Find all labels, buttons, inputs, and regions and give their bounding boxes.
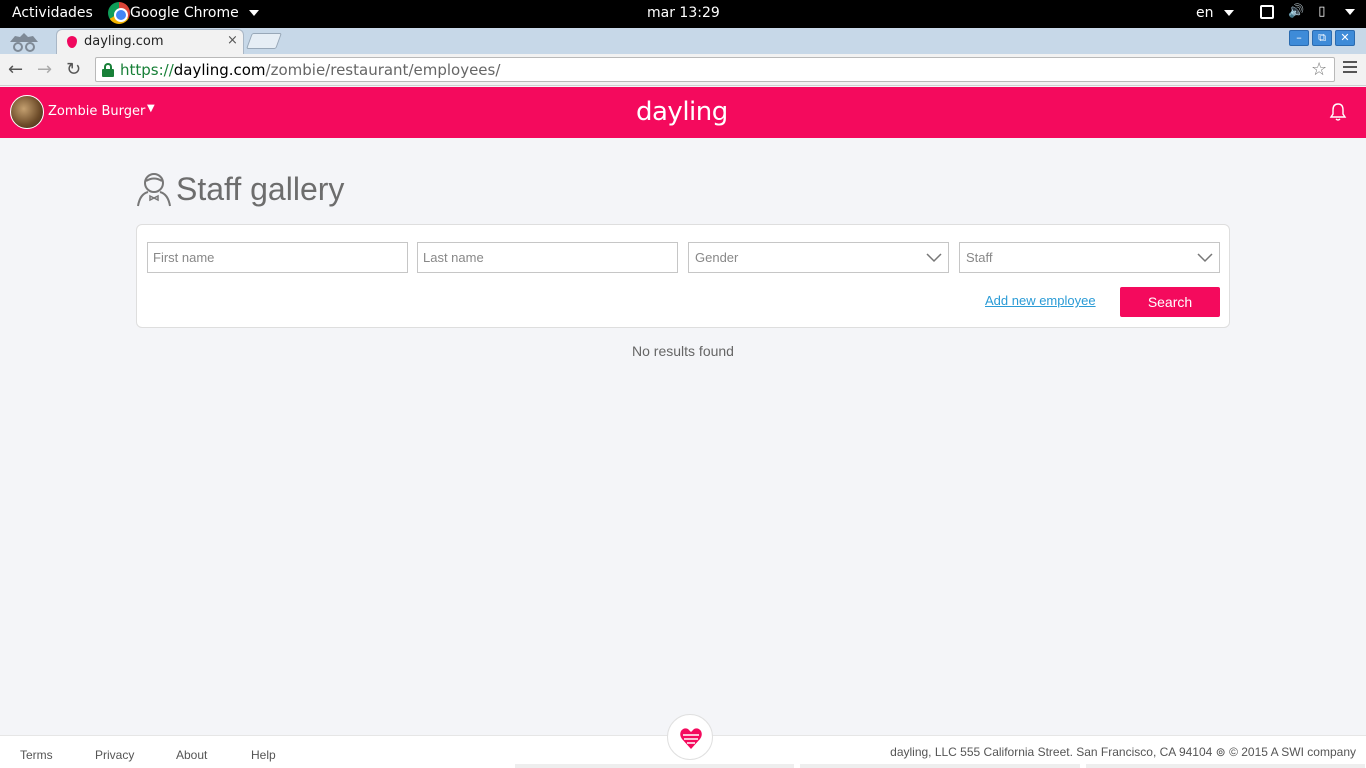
secure-lock-icon — [102, 63, 114, 77]
page-footer: Terms Privacy About Help dayling, LLC 55… — [0, 714, 1366, 768]
address-url: https://dayling.com/zombie/restaurant/em… — [120, 61, 501, 79]
browser-tab[interactable]: dayling.com × — [56, 29, 244, 54]
activities-button[interactable]: Actividades — [12, 5, 93, 21]
minimize-button[interactable]: – — [1289, 30, 1309, 46]
footer-link-about[interactable]: About — [176, 748, 207, 762]
no-results-message: No results found — [632, 343, 734, 359]
copyright: © 2015 A SWI company — [1229, 745, 1356, 759]
clock[interactable]: mar 13:29 — [647, 5, 720, 21]
new-tab-button[interactable] — [246, 33, 282, 49]
chrome-menu-icon[interactable] — [1343, 61, 1357, 76]
staff-person-icon — [137, 173, 171, 207]
system-tray[interactable]: 🔊 ▯ — [1260, 4, 1356, 19]
system-menu-caret-icon — [1345, 9, 1356, 15]
language-caret-icon — [1223, 10, 1234, 16]
first-name-field[interactable] — [147, 242, 408, 273]
chevron-down-icon — [926, 253, 942, 263]
browser-toolbar: ← → ↻ https://dayling.com/zombie/restaur… — [0, 54, 1366, 86]
window-controls: – ⧉ ✕ — [1289, 30, 1355, 46]
last-name-input[interactable] — [423, 243, 672, 272]
display-icon — [1260, 5, 1274, 19]
first-name-input[interactable] — [153, 243, 402, 272]
address-bar[interactable]: https://dayling.com/zombie/restaurant/em… — [95, 57, 1335, 82]
page-title: Staff gallery — [176, 170, 345, 207]
role-select-label: Staff — [966, 250, 993, 265]
app-menu-label: Google Chrome — [130, 5, 239, 21]
staff-search-panel: Gender Staff Add new employee Search — [136, 224, 1230, 328]
dayling-badge[interactable] — [667, 714, 713, 760]
bookmark-star-icon[interactable]: ☆ — [1311, 59, 1327, 80]
dayling-favicon-icon — [67, 36, 77, 48]
footer-link-privacy[interactable]: Privacy — [95, 748, 134, 762]
close-window-button[interactable]: ✕ — [1335, 30, 1355, 46]
account-dropdown-caret-icon[interactable]: ▼ — [147, 103, 155, 114]
gender-select[interactable]: Gender — [688, 242, 949, 273]
os-top-bar: Actividades Google Chrome mar 13:29 en 🔊… — [0, 0, 1366, 28]
add-employee-link[interactable]: Add new employee — [985, 293, 1096, 308]
language-menu[interactable]: en — [1196, 5, 1234, 21]
notifications-bell-icon[interactable] — [1329, 102, 1347, 122]
battery-icon: ▯ — [1318, 4, 1326, 19]
company-info: dayling, LLC 555 California Street. San … — [890, 745, 1356, 759]
dayling-heart-icon — [680, 728, 702, 749]
language-label: en — [1196, 5, 1214, 21]
account-avatar[interactable] — [10, 95, 44, 129]
company-address: dayling, LLC 555 California Street. San … — [890, 745, 1213, 759]
app-menu[interactable]: Google Chrome — [108, 2, 259, 24]
location-pin-icon: ⊚ — [1215, 745, 1226, 759]
dayling-logo[interactable]: dayling — [636, 97, 728, 127]
footer-shade — [515, 764, 1365, 768]
gender-select-label: Gender — [695, 250, 739, 265]
back-arrow-icon[interactable]: ← — [8, 59, 23, 80]
volume-icon: 🔊 — [1288, 4, 1305, 19]
restore-button[interactable]: ⧉ — [1312, 30, 1332, 46]
chrome-logo-icon — [108, 2, 130, 24]
reload-icon[interactable]: ↻ — [66, 59, 81, 80]
account-name[interactable]: Zombie Burger — [48, 104, 145, 119]
search-button[interactable]: Search — [1120, 287, 1220, 317]
chevron-down-icon — [1197, 253, 1213, 263]
app-menu-caret-icon — [248, 10, 259, 16]
site-header: Zombie Burger ▼ dayling — [0, 87, 1366, 138]
tab-title: dayling.com — [84, 34, 164, 49]
role-select[interactable]: Staff — [959, 242, 1220, 273]
footer-link-terms[interactable]: Terms — [20, 748, 53, 762]
browser-tab-strip: dayling.com × – ⧉ ✕ — [0, 28, 1366, 54]
footer-link-help[interactable]: Help — [251, 748, 276, 762]
last-name-field[interactable] — [417, 242, 678, 273]
incognito-icon — [10, 33, 38, 52]
forward-arrow-icon[interactable]: → — [37, 59, 52, 80]
page-heading: Staff gallery — [136, 170, 344, 208]
tab-close-icon[interactable]: × — [227, 33, 238, 48]
